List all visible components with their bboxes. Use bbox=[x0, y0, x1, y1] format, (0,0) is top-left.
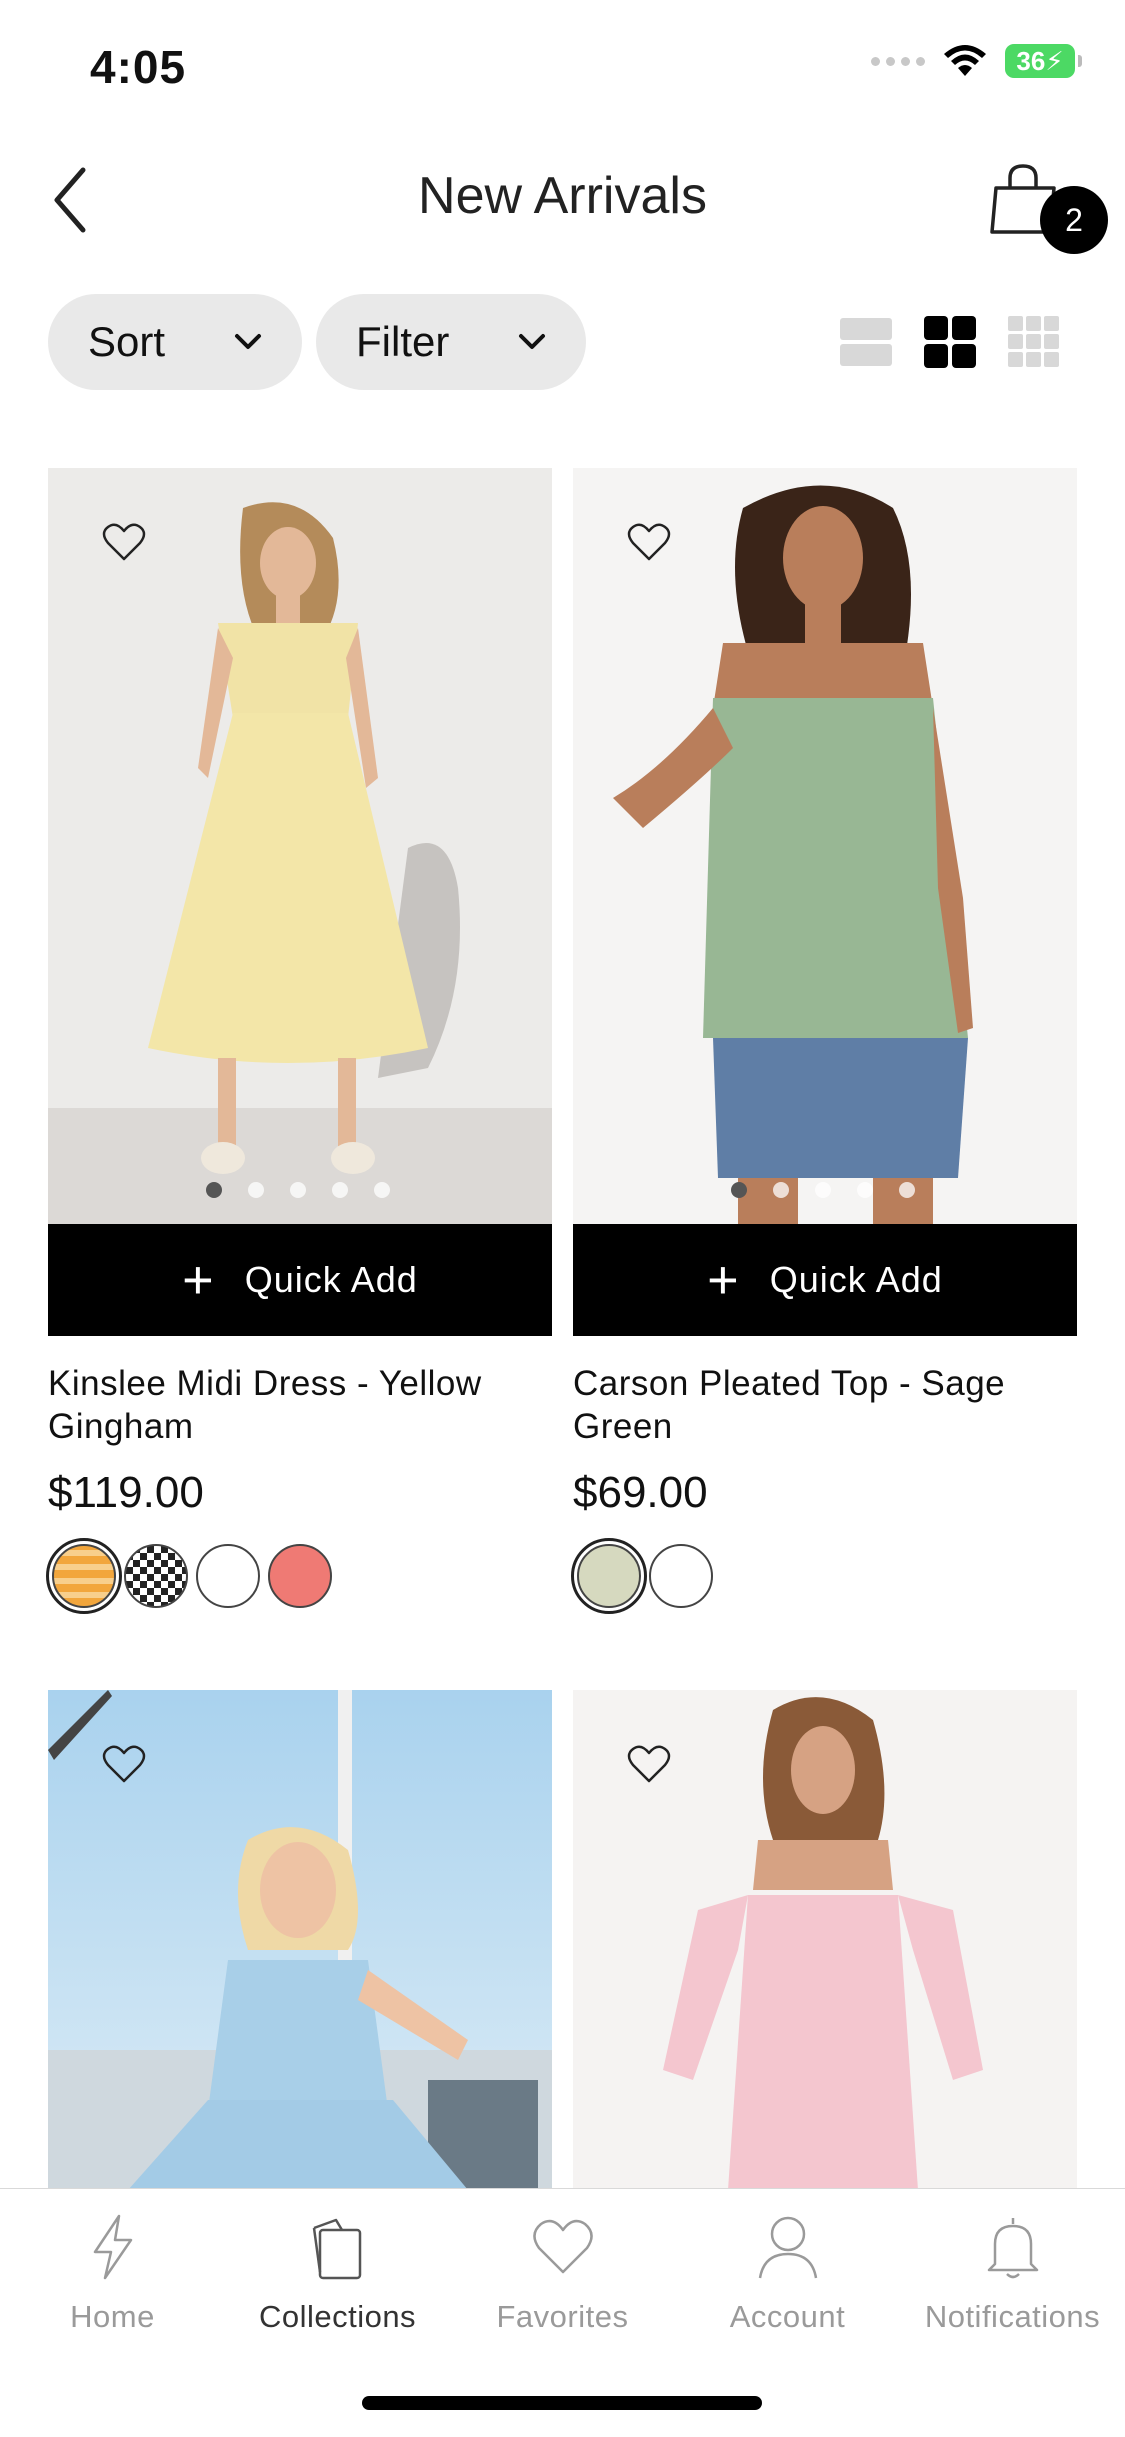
plus-icon: + bbox=[707, 1250, 740, 1310]
product-photo-yellow-dress bbox=[48, 468, 552, 1224]
swatch-coral[interactable] bbox=[268, 1544, 332, 1608]
image-pager-dots bbox=[731, 1182, 915, 1198]
page-title: New Arrivals bbox=[418, 167, 707, 225]
signal-icon bbox=[871, 56, 925, 66]
image-pager-dots bbox=[206, 1182, 390, 1198]
status-icons: 36 ⚡ bbox=[871, 44, 1082, 78]
product-name[interactable]: Kinslee Midi Dress - Yellow Gingham bbox=[48, 1362, 552, 1448]
color-swatches bbox=[571, 1538, 713, 1614]
product-price: $69.00 bbox=[573, 1468, 708, 1517]
grid-2-view-icon[interactable] bbox=[924, 316, 976, 368]
color-swatches bbox=[46, 1538, 332, 1614]
favorite-heart-icon[interactable] bbox=[627, 522, 671, 562]
product-price: $119.00 bbox=[48, 1468, 204, 1517]
battery-icon: 36 ⚡ bbox=[1005, 44, 1082, 78]
product-image[interactable] bbox=[48, 468, 552, 1224]
heart-icon bbox=[532, 2219, 593, 2274]
favorite-heart-icon[interactable] bbox=[627, 1744, 671, 1784]
swatch-black-gingham[interactable] bbox=[124, 1544, 188, 1608]
list-view-icon[interactable] bbox=[840, 316, 892, 368]
quick-add-button[interactable]: + Quick Add bbox=[48, 1224, 552, 1336]
swatch-white[interactable] bbox=[649, 1544, 713, 1608]
tab-collections[interactable]: Collections bbox=[225, 2200, 450, 2335]
quick-add-label: Quick Add bbox=[244, 1259, 418, 1300]
person-icon bbox=[758, 2216, 817, 2279]
swatch-yellow-gingham[interactable] bbox=[46, 1538, 122, 1614]
quick-add-button[interactable]: + Quick Add bbox=[573, 1224, 1077, 1336]
favorite-heart-icon[interactable] bbox=[102, 522, 146, 562]
bell-icon bbox=[987, 2218, 1038, 2279]
sort-label: Sort bbox=[88, 318, 166, 365]
tab-label: Notifications bbox=[924, 2299, 1101, 2334]
plus-icon: + bbox=[182, 1250, 215, 1310]
battery-level: 36 bbox=[1016, 45, 1046, 76]
filter-label: Filter bbox=[356, 318, 450, 365]
bolt-icon bbox=[93, 2214, 132, 2280]
tab-label: Favorites bbox=[496, 2299, 629, 2334]
favorite-heart-icon[interactable] bbox=[102, 1744, 146, 1784]
chevron-down-icon bbox=[235, 334, 261, 349]
chevron-down-icon bbox=[519, 334, 545, 349]
tab-home[interactable]: Home bbox=[0, 2200, 225, 2335]
status-time: 4:05 bbox=[90, 41, 187, 93]
tab-label: Collections bbox=[258, 2299, 417, 2334]
product-photo-sage-top bbox=[573, 468, 1077, 1224]
tab-label: Account bbox=[729, 2299, 846, 2334]
product-image[interactable] bbox=[573, 468, 1077, 1224]
grid-3-view-icon[interactable] bbox=[1008, 316, 1060, 368]
cart-count-badge[interactable]: 2 bbox=[1040, 186, 1108, 254]
swatch-sage[interactable] bbox=[571, 1538, 647, 1614]
tab-label: Home bbox=[70, 2299, 155, 2334]
quick-add-label: Quick Add bbox=[769, 1259, 943, 1300]
swatch-white[interactable] bbox=[196, 1544, 260, 1608]
wifi-icon bbox=[944, 45, 986, 76]
home-indicator bbox=[362, 2396, 762, 2410]
tab-notifications[interactable]: Notifications bbox=[900, 2200, 1125, 2335]
product-name[interactable]: Carson Pleated Top - Sage Green bbox=[573, 1362, 1077, 1448]
sort-button[interactable]: Sort bbox=[48, 294, 302, 390]
tab-favorites[interactable]: Favorites bbox=[450, 2200, 675, 2335]
collections-icon bbox=[312, 2218, 361, 2280]
tab-account[interactable]: Account bbox=[675, 2200, 900, 2335]
filter-button[interactable]: Filter bbox=[316, 294, 586, 390]
